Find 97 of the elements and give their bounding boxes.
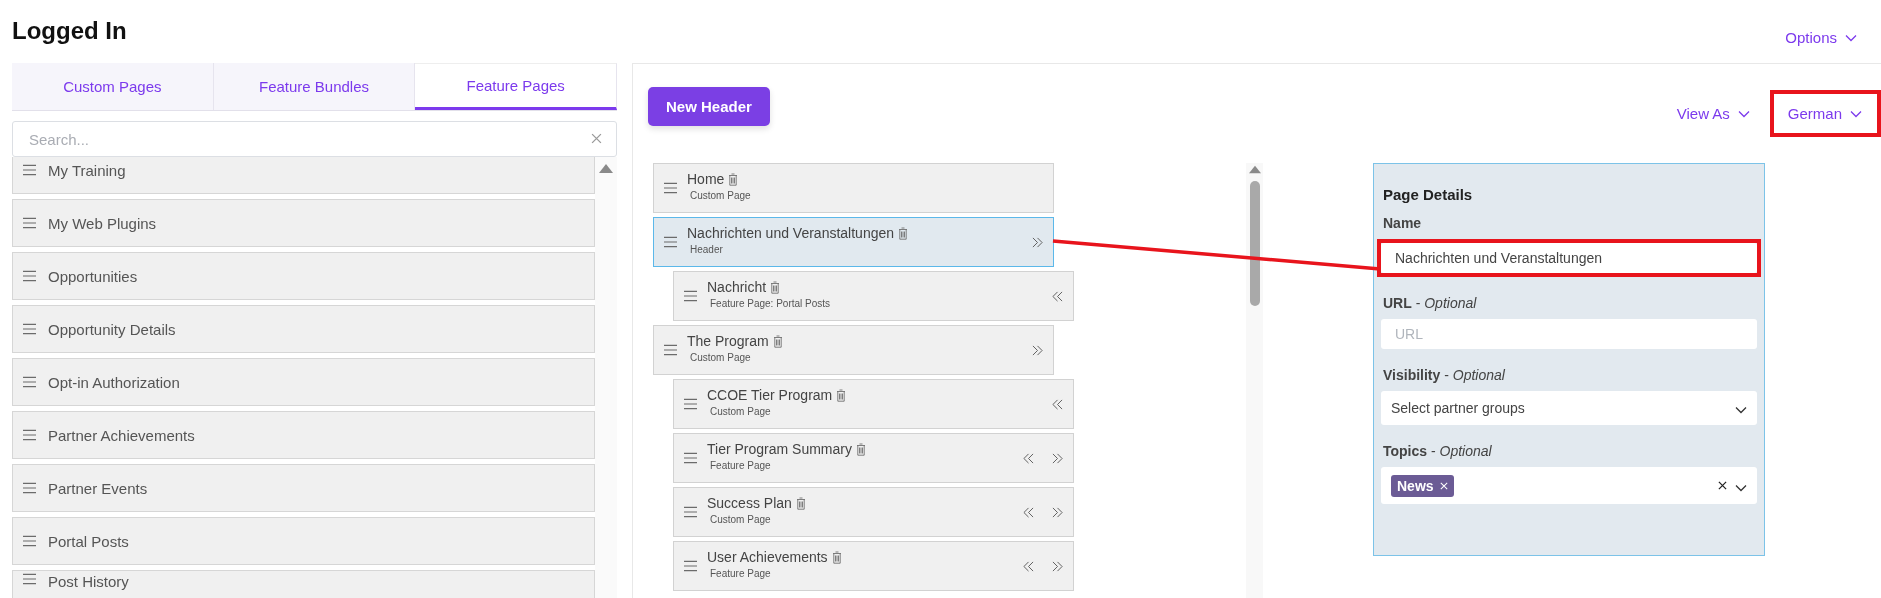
scrollbar[interactable]	[1246, 163, 1263, 598]
feature-page-item[interactable]: My Training	[12, 157, 595, 194]
drag-handle-icon[interactable]	[684, 290, 697, 302]
drag-handle-icon[interactable]	[684, 398, 697, 410]
clear-icon[interactable]	[1718, 481, 1727, 490]
panel-heading: Page Details	[1383, 186, 1474, 203]
scroll-up-icon[interactable]	[599, 164, 613, 173]
page-title: Logged In	[12, 17, 127, 45]
chevron-icon	[1845, 33, 1857, 42]
feature-page-item[interactable]: Portal Posts	[12, 517, 595, 565]
tree-item[interactable]: The Program Custom Page	[653, 325, 1054, 375]
feature-page-item[interactable]: Partner Achievements	[12, 411, 595, 459]
field-label: Name	[1383, 215, 1423, 231]
trash-icon[interactable]	[855, 442, 866, 456]
trash-icon[interactable]	[836, 388, 847, 402]
text-field[interactable]: Nachrichten und Veranstaltungen	[1381, 243, 1757, 273]
chevron-icon	[1850, 109, 1862, 118]
drag-handle-icon[interactable]	[23, 573, 36, 585]
drag-handle-icon[interactable]	[23, 164, 36, 176]
item-type: Custom Page	[710, 406, 772, 417]
drag-handle-icon[interactable]	[664, 344, 677, 356]
feature-page-item[interactable]: Opportunity Details	[12, 305, 595, 353]
item-type: Feature Page: Portal Posts	[710, 298, 832, 309]
drag-handle-icon[interactable]	[23, 535, 36, 547]
new-header-button[interactable]: New Header	[648, 87, 770, 126]
item-title: The Program	[687, 333, 769, 349]
tree-item[interactable]: CCOE Tier Program Custom Page	[673, 379, 1074, 429]
outdent-icon[interactable]	[1023, 560, 1034, 572]
text-field[interactable]: URL	[1381, 319, 1757, 349]
drag-handle-icon[interactable]	[664, 236, 677, 248]
drag-handle-icon[interactable]	[664, 182, 677, 194]
indent-icon[interactable]	[1052, 452, 1063, 464]
feature-page-item[interactable]: My Web Plugins	[12, 199, 595, 247]
drag-handle-icon[interactable]	[23, 323, 36, 335]
outdent-icon[interactable]	[1023, 506, 1034, 518]
item-type: Custom Page	[710, 514, 772, 525]
item-title: Success Plan	[707, 495, 792, 511]
field-label: URL - Optional	[1383, 295, 1478, 311]
trash-icon[interactable]	[831, 550, 842, 564]
outdent-icon[interactable]	[1052, 398, 1063, 410]
language-dropdown[interactable]: German	[1787, 105, 1862, 122]
drag-handle-icon[interactable]	[684, 452, 697, 464]
item-type: Custom Page	[690, 190, 752, 201]
remove-icon[interactable]	[1439, 481, 1448, 490]
search-field[interactable]: Search...	[12, 121, 617, 157]
field-label: Visibility - Optional	[1383, 367, 1506, 383]
item-title: Home	[687, 171, 725, 187]
tree-item[interactable]: User Achievements Feature Page	[673, 541, 1074, 591]
drag-handle-icon[interactable]	[684, 560, 697, 572]
outdent-icon[interactable]	[1052, 290, 1063, 302]
options-dropdown[interactable]: Options	[1785, 29, 1857, 46]
drag-handle-icon[interactable]	[684, 506, 697, 518]
drag-handle-icon[interactable]	[23, 376, 36, 388]
indent-icon[interactable]	[1052, 506, 1063, 518]
trash-icon[interactable]	[898, 226, 909, 240]
outdent-icon[interactable]	[1023, 452, 1034, 464]
drag-handle-icon[interactable]	[23, 217, 36, 229]
trash-icon[interactable]	[728, 172, 739, 186]
tree-item[interactable]: Success Plan Custom Page	[673, 487, 1074, 537]
indent-icon[interactable]	[1032, 236, 1043, 248]
indent-icon[interactable]	[1032, 344, 1043, 356]
item-type: Feature Page	[710, 460, 772, 471]
select-field[interactable]: Select partner groups	[1381, 391, 1757, 425]
trash-icon[interactable]	[772, 334, 783, 348]
tree-item[interactable]: Nachrichten und Veranstaltungen Header	[653, 217, 1054, 267]
feature-page-item[interactable]: Opportunities	[12, 252, 595, 300]
tag-chip[interactable]: News	[1391, 474, 1454, 497]
tree-item[interactable]: Nachricht Feature Page: Portal Posts	[673, 271, 1074, 321]
tree-item[interactable]: Home Custom Page	[653, 163, 1054, 213]
chevron-icon[interactable]	[1735, 483, 1747, 492]
trash-icon[interactable]	[770, 280, 781, 294]
tags-field[interactable]: News	[1381, 467, 1757, 504]
item-title: CCOE Tier Program	[707, 387, 833, 403]
field-label: Topics - Optional	[1383, 443, 1493, 459]
trash-icon[interactable]	[795, 496, 806, 510]
drag-handle-icon[interactable]	[23, 482, 36, 494]
item-title: User Achievements	[707, 549, 828, 565]
indent-icon[interactable]	[1052, 560, 1063, 572]
feature-page-item[interactable]: Post History	[12, 570, 595, 598]
drag-handle-icon[interactable]	[23, 270, 36, 282]
view-as-dropdown[interactable]: View As	[1676, 105, 1750, 122]
feature-page-item[interactable]: Partner Events	[12, 464, 595, 512]
item-type: Feature Page	[710, 568, 772, 579]
tab[interactable]: Feature Pages	[415, 63, 617, 110]
scroll-thumb[interactable]	[1249, 181, 1260, 306]
scroll-up-icon[interactable]	[1248, 165, 1261, 174]
drag-handle-icon[interactable]	[23, 429, 36, 441]
chevron-icon	[1735, 406, 1747, 414]
tree-item[interactable]: Tier Program Summary Feature Page	[673, 433, 1074, 483]
item-type: Custom Page	[690, 352, 752, 363]
scrollbar[interactable]	[595, 157, 617, 598]
item-title: Nachrichten und Veranstaltungen	[687, 225, 895, 241]
feature-page-item[interactable]: Opt-in Authorization	[12, 358, 595, 406]
item-title: Nachricht	[707, 279, 767, 295]
item-type: Header	[690, 244, 724, 255]
chevron-icon	[1737, 109, 1750, 118]
item-title: Tier Program Summary	[707, 441, 852, 457]
